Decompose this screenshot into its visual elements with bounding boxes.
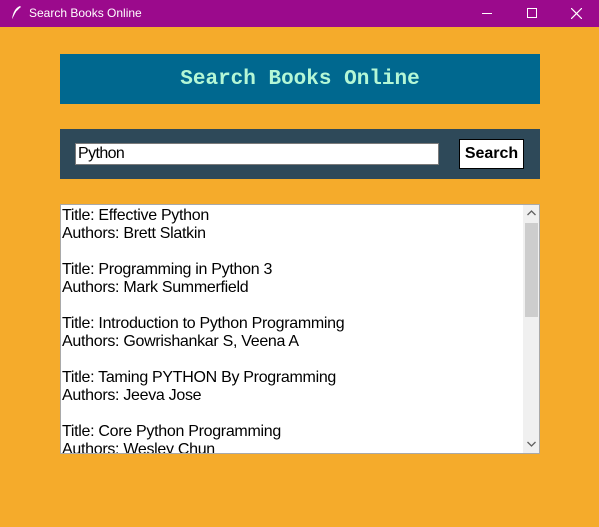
result-authors: Authors: Jeeva Jose	[62, 387, 202, 404]
maximize-icon	[527, 8, 537, 18]
chevron-down-icon	[527, 441, 536, 447]
search-button[interactable]: Search	[459, 139, 524, 169]
close-button[interactable]	[553, 0, 599, 27]
scroll-up-button[interactable]	[523, 205, 539, 222]
result-title: Title: Introduction to Python Programmin…	[62, 315, 345, 332]
results-text: Title: Effective Python Authors: Brett Sl…	[62, 207, 522, 454]
result-item: Title: Core Python Programming Authors: W…	[62, 423, 522, 454]
result-title: Title: Effective Python	[62, 207, 209, 224]
result-authors: Authors: Brett Slatkin	[62, 225, 206, 242]
maximize-button[interactable]	[509, 0, 555, 27]
results-list[interactable]: Title: Effective Python Authors: Brett Sl…	[60, 204, 540, 454]
window-titlebar[interactable]: Search Books Online	[0, 0, 599, 27]
minimize-icon	[482, 13, 492, 14]
result-authors: Authors: Gowrishankar S, Veena A	[62, 333, 299, 350]
result-item: Title: Effective Python Authors: Brett Sl…	[62, 207, 522, 243]
scroll-thumb[interactable]	[525, 223, 538, 317]
result-title: Title: Core Python Programming	[62, 423, 281, 440]
result-authors: Authors: Wesley Chun	[62, 441, 215, 454]
result-item: Title: Taming PYTHON By Programming Autho…	[62, 369, 522, 405]
window-title: Search Books Online	[29, 6, 142, 20]
app-banner: Search Books Online	[60, 54, 540, 104]
search-input[interactable]	[75, 143, 439, 165]
vertical-scrollbar[interactable]	[523, 205, 539, 453]
minimize-button[interactable]	[464, 0, 510, 27]
result-title: Title: Taming PYTHON By Programming	[62, 369, 337, 386]
result-title: Title: Programming in Python 3	[62, 261, 273, 278]
search-panel: Search	[60, 129, 540, 179]
chevron-up-icon	[527, 210, 536, 216]
scroll-down-button[interactable]	[523, 436, 539, 453]
result-item: Title: Introduction to Python Programmin…	[62, 315, 522, 351]
result-authors: Authors: Mark Summerfield	[62, 279, 249, 296]
result-item: Title: Programming in Python 3 Authors: M…	[62, 261, 522, 297]
feather-icon	[9, 5, 23, 21]
banner-title: Search Books Online	[180, 67, 420, 91]
close-icon	[571, 8, 582, 19]
